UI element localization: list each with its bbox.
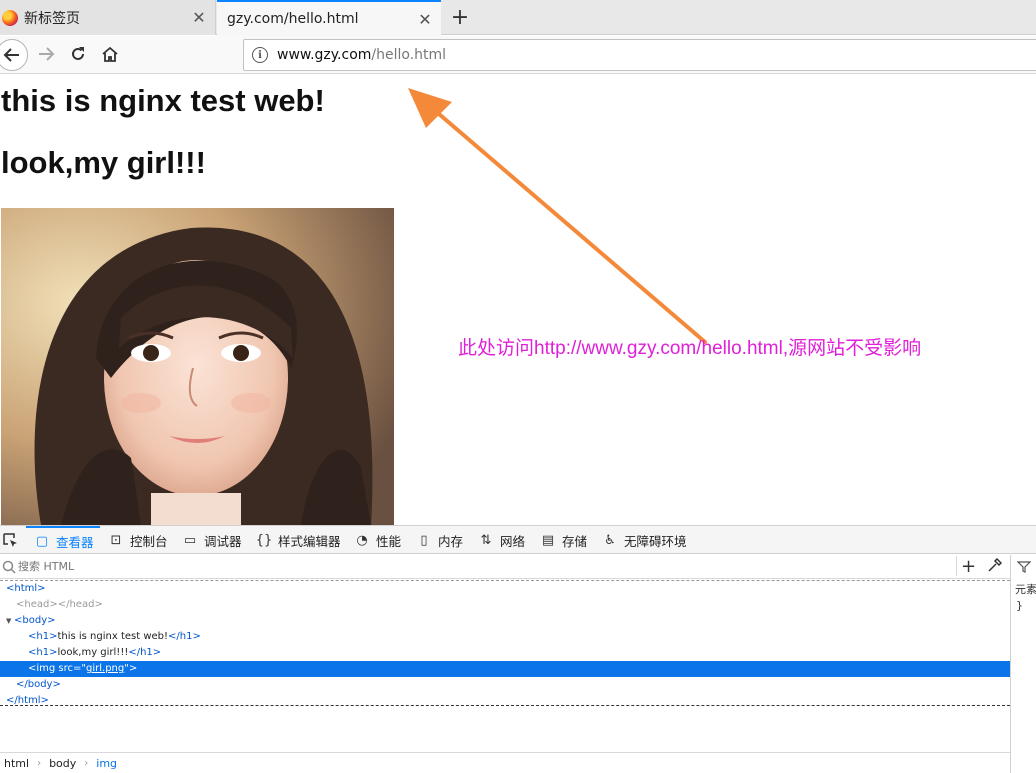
forward-arrow-icon: [39, 47, 55, 61]
breadcrumb-body[interactable]: body: [49, 757, 76, 770]
eyedropper-icon[interactable]: [986, 558, 1002, 574]
inspector-icon: ▢: [35, 533, 49, 549]
markup-node-h1[interactable]: <h1>look,my girl!!!</h1>: [0, 645, 1010, 661]
tag-h1-close: </h1>: [168, 631, 201, 642]
forward-button[interactable]: [34, 42, 58, 66]
tag-body-open: <body>: [14, 615, 56, 626]
reload-icon: [72, 47, 84, 60]
devtools-tab-style-editor[interactable]: {} 样式编辑器: [256, 526, 341, 554]
page-viewport: this is nginx test web! look,my girl!!!: [0, 75, 1036, 525]
navigation-toolbar: i www.gzy.com/hello.html: [0, 36, 1036, 74]
devtools-tab-accessibility[interactable]: ♿ 无障碍环境: [602, 526, 687, 554]
devtools-tab-memory[interactable]: ▯ 内存: [416, 526, 463, 554]
tag-img-close: ">: [124, 663, 138, 674]
tag-h1-close: </h1>: [128, 647, 162, 658]
firefox-icon: [2, 9, 18, 26]
element-rule-label: 元素: [1015, 583, 1036, 596]
markup-node-body[interactable]: ▼ <body>: [0, 613, 1010, 629]
annotation-text: 此处访问http://www.gzy.com/hello.html,源网站不受影…: [458, 338, 922, 359]
rule-closing-brace: }: [1016, 599, 1023, 612]
tab-label: gzy.com/hello.html: [227, 11, 359, 27]
devtools-tab-storage[interactable]: ▤ 存储: [540, 526, 587, 554]
page-heading-2: look,my girl!!!: [1, 145, 206, 180]
breadcrumb-img[interactable]: img: [96, 757, 117, 770]
devtools-tab-inspector[interactable]: ▢ 查看器: [26, 526, 100, 554]
address-bar[interactable]: i www.gzy.com/hello.html: [243, 39, 1036, 71]
tag-head: <head></head>: [16, 599, 103, 610]
performance-icon: ◔: [356, 532, 368, 548]
markup-node-head[interactable]: <head></head>: [0, 597, 1010, 613]
element-picker-icon[interactable]: [2, 532, 18, 548]
memory-icon: ▯: [420, 532, 428, 548]
url-text: www.gzy.com/hello.html: [277, 47, 446, 63]
h1-text: this is nginx test web!: [57, 631, 169, 642]
new-tab-button[interactable]: +: [448, 4, 472, 30]
h1-text: look,my girl!!!: [57, 647, 129, 658]
breadcrumb-html[interactable]: html: [4, 757, 29, 770]
style-editor-icon: {}: [255, 532, 273, 548]
annotation-arrow: [408, 88, 707, 344]
filter-icon[interactable]: [1017, 560, 1031, 574]
accessibility-icon: ♿: [604, 532, 616, 548]
tab-label: 样式编辑器: [278, 533, 341, 549]
chevron-right-icon: ›: [37, 757, 42, 769]
breadcrumb: html › body › img: [0, 752, 1010, 773]
tag-html-open: <html>: [6, 583, 46, 594]
devtools-tab-console[interactable]: ⊡ 控制台: [108, 526, 168, 554]
add-node-button[interactable]: +: [956, 556, 976, 577]
home-button[interactable]: [98, 42, 122, 66]
girl-photo: [1, 208, 394, 525]
markup-node-html[interactable]: <html>: [0, 581, 1010, 597]
console-icon: ⊡: [110, 532, 122, 548]
tag-body-close: </body>: [16, 679, 61, 690]
close-tab-icon[interactable]: ✕: [189, 8, 209, 28]
network-icon: ⇅: [480, 532, 492, 548]
tab-bar: 新标签页 ✕ gzy.com/hello.html ✕ +: [0, 0, 1036, 36]
reload-button[interactable]: [66, 42, 90, 66]
html-search-bar: +: [0, 555, 1010, 579]
markup-node-html-close: </html>: [0, 693, 1010, 709]
devtools-toolbar: ▢ 查看器 ⊡ 控制台 ▭ 调试器 {} 样式编辑器 ◔ 性能 ▯ 内存 ⇅ 网…: [0, 525, 1036, 554]
tag-h1-open: <h1>: [28, 647, 58, 658]
tag-img-open: <img src=": [28, 663, 87, 674]
tab-label: 控制台: [130, 533, 168, 549]
markup-node-img-selected[interactable]: <img src="girl.png">: [0, 661, 1010, 677]
page-heading-1: this is nginx test web!: [1, 83, 325, 118]
search-html-input[interactable]: [18, 560, 918, 573]
url-host: www.gzy.com: [277, 47, 372, 63]
tab-label: 查看器: [56, 534, 94, 550]
tab-label: 网络: [500, 533, 526, 549]
debugger-icon: ▭: [183, 532, 197, 548]
tab-label: 性能: [376, 533, 402, 549]
rules-pane: 元素 }: [1010, 555, 1036, 773]
img-src-link[interactable]: girl.png: [86, 663, 124, 674]
site-info-icon[interactable]: i: [252, 47, 268, 63]
tab-new-tab[interactable]: 新标签页 ✕: [0, 0, 216, 35]
devtools-tab-network[interactable]: ⇅ 网络: [478, 526, 525, 554]
tab-label: 内存: [438, 533, 464, 549]
tab-label: 无障碍环境: [624, 533, 687, 549]
markup-view: <html> <head></head> ▼ <body> <h1>this is…: [0, 580, 1010, 706]
url-path: /hello.html: [371, 47, 447, 63]
home-icon: [102, 46, 118, 62]
tab-label: 新标签页: [24, 10, 80, 27]
tab-label: 调试器: [204, 533, 242, 549]
back-arrow-icon: [3, 48, 19, 62]
close-tab-icon[interactable]: ✕: [415, 9, 435, 29]
markup-node-body-close: </body>: [0, 677, 1010, 693]
devtools-tab-debugger[interactable]: ▭ 调试器: [182, 526, 242, 554]
back-button[interactable]: [0, 39, 28, 71]
tab-hello-html[interactable]: gzy.com/hello.html ✕: [217, 0, 441, 36]
tag-html-close: </html>: [6, 695, 49, 706]
markup-node-h1[interactable]: <h1>this is nginx test web!</h1>: [0, 629, 1010, 645]
expand-triangle-icon[interactable]: ▼: [6, 613, 14, 629]
chevron-right-icon: ›: [84, 757, 89, 769]
tab-label: 存储: [562, 533, 588, 549]
search-icon: [2, 560, 16, 574]
storage-icon: ▤: [541, 532, 555, 548]
devtools-tab-performance[interactable]: ◔ 性能: [354, 526, 401, 554]
portrait-illustration: [1, 208, 394, 525]
tag-h1-open: <h1>: [28, 631, 58, 642]
